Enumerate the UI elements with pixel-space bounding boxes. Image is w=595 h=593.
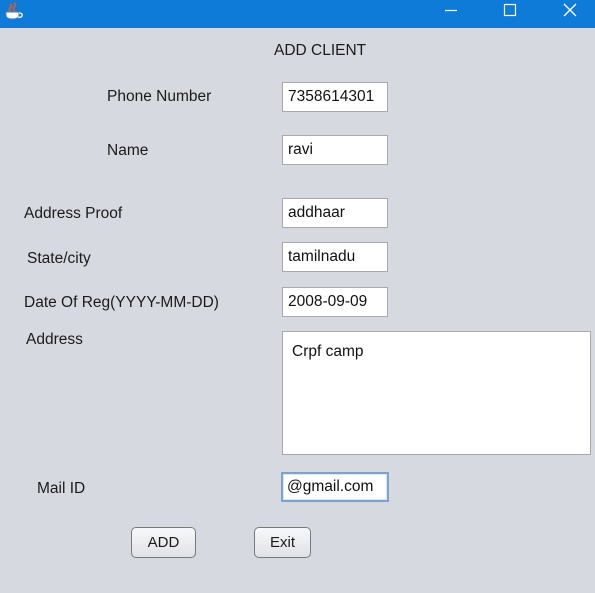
address-label: Address — [26, 331, 83, 348]
java-cup-icon — [3, 1, 25, 21]
form-title: ADD CLIENT — [274, 42, 367, 59]
date-of-reg-field[interactable]: 2008-09-09 — [282, 287, 388, 317]
address-textarea[interactable]: Crpf camp — [282, 331, 591, 455]
date-of-reg-label: Date Of Reg(YYYY-MM-DD) — [24, 294, 219, 311]
add-button[interactable]: ADD — [131, 527, 196, 558]
minimize-icon — [445, 9, 457, 12]
state-city-label: State/city — [27, 250, 91, 267]
address-proof-field[interactable]: addhaar — [282, 198, 388, 228]
minimize-button[interactable] — [428, 0, 474, 20]
address-proof-label: Address Proof — [24, 205, 123, 222]
title-bar — [0, 0, 595, 28]
exit-button[interactable]: Exit — [254, 527, 311, 558]
maximize-icon — [503, 3, 517, 17]
state-city-field[interactable]: tamilnadu — [282, 242, 388, 272]
close-icon — [563, 3, 577, 17]
phone-number-field[interactable]: 7358614301 — [282, 82, 388, 112]
mail-id-field[interactable]: @gmail.com — [281, 472, 389, 502]
name-label: Name — [107, 142, 149, 159]
mail-id-label: Mail ID — [37, 480, 86, 497]
name-field[interactable]: ravi — [282, 135, 388, 165]
add-client-form: ADD CLIENT Phone Number 7358614301 Name … — [0, 28, 595, 593]
phone-number-label: Phone Number — [107, 88, 212, 105]
maximize-button[interactable] — [487, 0, 533, 20]
close-button[interactable] — [547, 0, 593, 20]
